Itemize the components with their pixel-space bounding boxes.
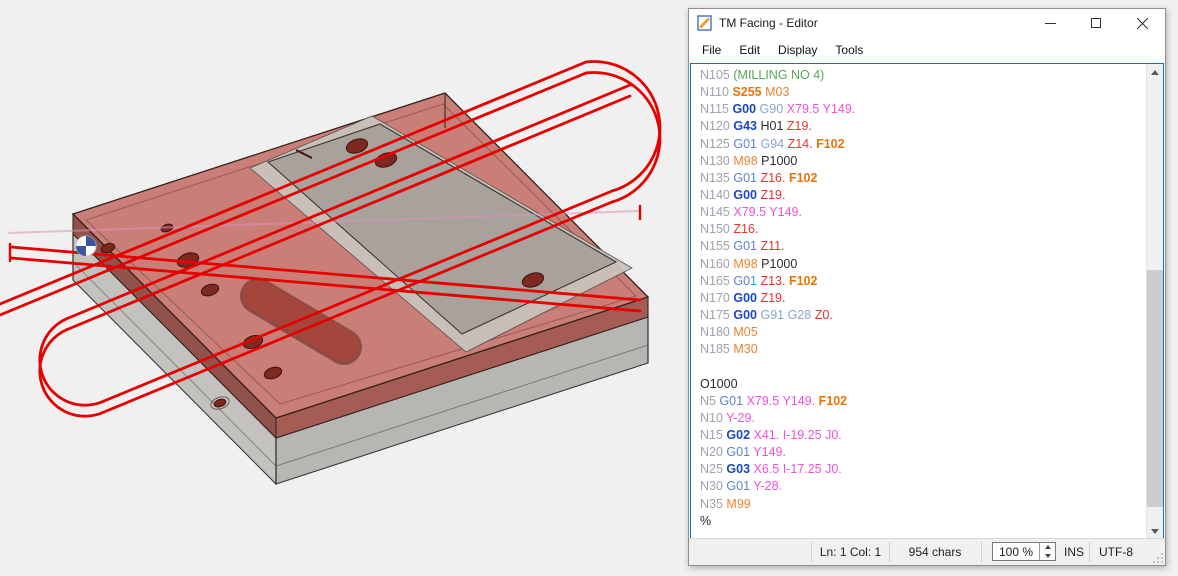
zoom-decrease-button[interactable] <box>1040 552 1055 561</box>
gcode-line: N155 G01 Z11. <box>700 238 1145 255</box>
gcode-line: N150 Z16. <box>700 221 1145 238</box>
gcode-lines: N105 (MILLING NO 4)N110 S255 M03N115 G00… <box>691 65 1145 540</box>
gcode-line: N15 G02 X41. I-19.25 J0. <box>700 427 1145 444</box>
gcode-line: N20 G01 Y149. <box>700 444 1145 461</box>
window-titlebar[interactable]: TM Facing - Editor <box>689 9 1165 37</box>
gcode-line: % <box>700 513 1145 530</box>
edit-document-icon <box>697 15 713 31</box>
gcode-line: N125 G01 G94 Z14. F102 <box>700 136 1145 153</box>
encoding-indicator: UTF-8 <box>1090 539 1142 565</box>
close-button[interactable] <box>1119 9 1165 37</box>
gcode-line: N175 G00 G91 G28 Z0. <box>700 307 1145 324</box>
gcode-line: N115 G00 G90 X79.5 Y149. <box>700 101 1145 118</box>
maximize-button[interactable] <box>1073 9 1119 37</box>
gcode-line: N105 (MILLING NO 4) <box>700 67 1145 84</box>
screen: { "window": { "title": "TM Facing - Edit… <box>0 0 1178 576</box>
zoom-increase-button[interactable] <box>1040 543 1055 552</box>
gcode-line: N140 G00 Z19. <box>700 187 1145 204</box>
scrollbar-thumb[interactable] <box>1147 270 1163 507</box>
vertical-scrollbar[interactable] <box>1146 64 1163 540</box>
gcode-line: N10 Y-29. <box>700 410 1145 427</box>
gcode-line: N160 M98 P1000 <box>700 256 1145 273</box>
gcode-line: N30 G01 Y-28. <box>700 478 1145 495</box>
gcode-line: N25 G03 X6.5 I-17.25 J0. <box>700 461 1145 478</box>
spinner-up-icon <box>1045 545 1051 549</box>
chevron-up-icon <box>1151 70 1159 75</box>
insert-mode-indicator: INS <box>1058 539 1090 565</box>
menu-display[interactable]: Display <box>769 39 826 61</box>
minimize-button[interactable] <box>1027 9 1073 37</box>
gcode-line: N135 G01 Z16. F102 <box>700 170 1145 187</box>
gcode-line: N145 X79.5 Y149. <box>700 204 1145 221</box>
gcode-line: N180 M05 <box>700 324 1145 341</box>
work-origin-datum-icon <box>76 236 96 256</box>
spinner-down-icon <box>1045 554 1051 558</box>
cursor-position: Ln: 1 Col: 1 <box>812 539 889 565</box>
char-count: 954 chars <box>889 539 981 565</box>
resize-grip[interactable] <box>1151 551 1163 563</box>
gcode-line: N110 S255 M03 <box>700 84 1145 101</box>
minimize-icon <box>1045 18 1056 29</box>
menu-tools[interactable]: Tools <box>826 39 872 61</box>
zoom-value[interactable]: 100 % <box>993 543 1039 560</box>
chevron-down-icon <box>1151 529 1159 534</box>
model-viewport[interactable] <box>0 0 688 576</box>
gcode-line: O1000 <box>700 376 1145 393</box>
gcode-line <box>700 358 1145 375</box>
menu-file[interactable]: File <box>693 39 730 61</box>
window-title: TM Facing - Editor <box>719 16 818 30</box>
zoom-control[interactable]: 100 % <box>992 542 1056 561</box>
status-bar: Ln: 1 Col: 1 954 chars 100 % INS UTF-8 <box>689 538 1165 565</box>
close-icon <box>1137 18 1148 29</box>
zoom-spinner <box>1039 543 1055 560</box>
gcode-line: N130 M98 P1000 <box>700 153 1145 170</box>
scroll-up-button[interactable] <box>1147 64 1163 81</box>
editor-window: TM Facing - Editor File Edit Display Too… <box>688 8 1166 566</box>
menu-bar: File Edit Display Tools <box>689 37 1165 63</box>
gcode-line: N5 G01 X79.5 Y149. F102 <box>700 393 1145 410</box>
maximize-icon <box>1091 18 1101 28</box>
gcode-text-area[interactable]: N105 (MILLING NO 4)N110 S255 M03N115 G00… <box>690 63 1164 541</box>
gcode-line: N170 G00 Z19. <box>700 290 1145 307</box>
status-separator <box>981 542 982 562</box>
gcode-line: N165 G01 Z13. F102 <box>700 273 1145 290</box>
gcode-line: N120 G43 H01 Z19. <box>700 118 1145 135</box>
gcode-line: N35 M99 <box>700 496 1145 513</box>
gcode-line: N185 M30 <box>700 341 1145 358</box>
menu-edit[interactable]: Edit <box>730 39 769 61</box>
